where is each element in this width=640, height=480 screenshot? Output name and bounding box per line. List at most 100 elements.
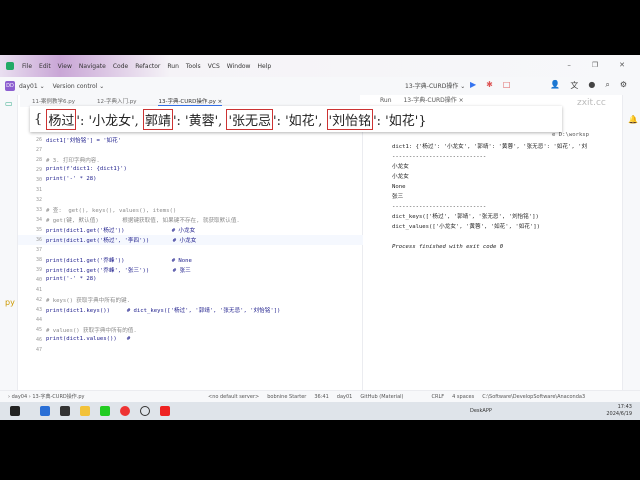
watermark: zxit.cc [577,98,606,108]
menu-bar: File Edit View Navigate Code Refactor Ru… [0,55,640,77]
python-packages-icon[interactable]: py [5,298,15,307]
breadcrumb[interactable]: › day04 › 13-字典-CURD操作.py [8,393,85,400]
menu-edit[interactable]: Edit [39,63,51,70]
project-icon[interactable]: ▭ [5,99,13,108]
code-editor[interactable]: 23242526dict1['刘怡铭'] = '如花'2728# 3. 打印字典… [18,107,363,390]
time: 17:43 [617,404,632,410]
left-tool-strip: ▭ py [0,95,18,390]
project-selector[interactable]: day01 ⌄ [19,83,45,90]
menu-vcs[interactable]: VCS [208,63,220,70]
menu-tools[interactable]: Tools [186,63,201,70]
search-icon[interactable]: ⌕ [605,80,609,91]
line-number: 46 [35,337,42,343]
notifications-icon[interactable]: 🔔 [628,115,638,124]
menu-view[interactable]: View [58,63,72,70]
highlight-key-2: 郭靖 [142,108,173,130]
file-explorer-icon[interactable] [80,406,90,416]
code-line: print(dict1.values()) # [46,336,131,342]
pycharm-icon[interactable] [100,406,110,416]
zoomed-dict-overlay: { 杨过 ': '小龙女', 郭靖 ': '黄蓉', '张无忌 ': '如花', '刘… [30,106,562,132]
line-number: 43 [35,307,42,313]
app-icon[interactable] [140,406,150,416]
status-project[interactable]: day01 [337,394,353,400]
code-line: print(dict1.get('乔峰', '张三')) # 张三 [46,268,191,274]
status-bar: › day04 › 13-字典-CURD操作.py <no default se… [0,390,640,402]
tab-12[interactable]: 12-字典入门.py [97,97,136,105]
status-indent[interactable]: 4 spaces [452,394,474,400]
start-icon[interactable] [10,406,20,416]
run-console[interactable]: e D:\worksp dict1: {'杨过': '小龙女', '郭靖': '黄… [392,130,589,252]
app-icon[interactable] [40,406,50,416]
status-line-ending[interactable]: CRLF [432,394,445,400]
line-number: 29 [35,167,42,173]
code-line: print(dict1.keys()) # dict_keys(['杨过', '… [46,308,281,314]
wps-icon[interactable] [160,406,170,416]
tab-13-active[interactable]: 13-字典-CURD操作.py × [158,97,223,106]
code-line: # 3. 打印字典内容. [46,158,100,164]
run-tab[interactable]: 13-字典-CURD操作 × [403,97,463,104]
console-line: dict1: {'杨过': '小龙女', '郭靖': '黄蓉', '张无忌': … [392,144,588,150]
line-number: 41 [35,287,42,293]
line-number: 33 [35,207,42,213]
console-line: 张三 [392,194,404,200]
minimize-icon[interactable]: – [567,61,571,69]
settings-icon[interactable]: ⚙ [620,80,627,91]
console-line: None [392,184,406,190]
debug-icon[interactable]: ✱ [486,80,493,91]
status-interpreter[interactable]: C:\Software\DevelopSoftware\Anaconda3 [482,394,585,400]
code-line: dict1['刘怡铭'] = '如花' [46,138,122,144]
code-line: print(f'dict1: {dict1}') [46,166,127,172]
date: 2024/6/19 [606,411,632,417]
menu-navigate[interactable]: Navigate [79,63,106,70]
code-line: print(dict1.get('杨过', '李四')) # 小龙女 [46,238,197,244]
status-plugin[interactable]: bobnine Starter [267,394,306,400]
console-line: 小龙女 [392,174,409,180]
line-number: 42 [35,297,42,303]
app-icon[interactable] [60,406,70,416]
chrome-icon[interactable] [120,406,130,416]
line-number: 32 [35,197,42,203]
highlight-key-4: '刘怡铭 [326,108,374,130]
console-line: 小龙女 [392,164,409,170]
line-number: 28 [35,157,42,163]
menu-help[interactable]: Help [257,63,271,70]
run-config-selector[interactable]: 13-字典-CURD操作 ⌄ [405,81,465,90]
code-line: print(dict1.get('杨过')) # 小龙女 [46,228,196,234]
run-icon[interactable]: ▶ [470,80,476,91]
highlight-key-3: '张无忌 [226,108,274,130]
user-icon[interactable]: 👤 [550,80,560,91]
menu-window[interactable]: Window [227,63,251,70]
status-theme[interactable]: GitHub (Material) [360,394,403,400]
clock[interactable]: 17:43 2024/6/19 [606,404,632,418]
code-line: print('-' * 28) [46,276,97,282]
deskapp-label[interactable]: DeskAPP [470,408,492,414]
console-line: ---------------------------- [392,154,487,160]
overlay-text: ': '如花'} [373,113,427,129]
line-number: 47 [35,347,42,353]
menu-file[interactable]: File [22,63,32,70]
taskbar: DeskAPP 17:43 2024/6/19 [0,402,640,420]
menu-code[interactable]: Code [113,63,128,70]
line-number: 38 [35,257,42,263]
code-line: # 查: get(), keys(), values(), items() [46,208,177,214]
line-number: 40 [35,277,42,283]
overlay-text: ': '黄蓉', [172,113,227,129]
code-line: # get(键, 默认值) 根据键获取值, 如果键不存在, 就获取默认值. [46,218,240,224]
console-line: dict_keys(['杨过', '郭靖', '张无忌', '刘怡铭']) [392,214,539,220]
stop-icon[interactable]: □ [503,80,511,91]
menu-refactor[interactable]: Refactor [135,63,160,70]
status-position[interactable]: 36:41 [314,394,328,400]
close-icon[interactable]: ✕ [619,61,625,69]
copilot-icon[interactable]: ● [588,80,595,91]
vcs-selector[interactable]: Version control ⌄ [53,83,105,90]
line-number: 39 [35,267,42,273]
tab-11[interactable]: 11-案例教学6.py [32,97,75,105]
restore-icon[interactable]: ❐ [592,61,598,69]
line-number: 30 [35,177,42,183]
translate-icon[interactable]: 文 [570,80,578,91]
console-line: Process finished with exit code 0 [392,244,504,250]
app-logo-icon [6,62,14,70]
status-server[interactable]: <no default server> [208,394,259,400]
menu-run[interactable]: Run [167,63,179,70]
